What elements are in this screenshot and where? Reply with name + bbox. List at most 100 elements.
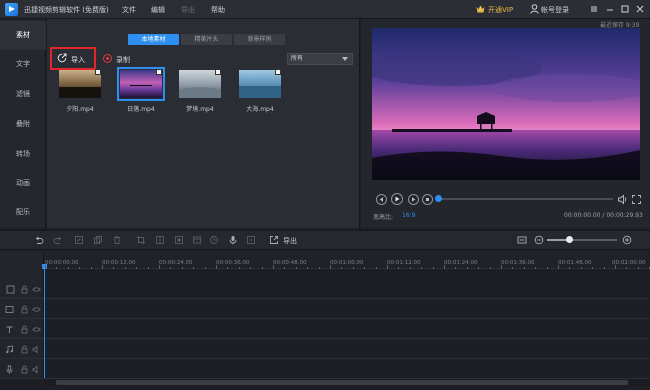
- ruler-tick: [489, 267, 491, 269]
- play-button[interactable]: [391, 193, 403, 205]
- tab-background-samples[interactable]: 背景样例: [234, 34, 285, 45]
- ruler-tick: [478, 267, 480, 269]
- tab-local-material[interactable]: 本地素材: [128, 34, 179, 45]
- edit-icon[interactable]: [74, 235, 84, 245]
- lock-icon[interactable]: [20, 305, 29, 314]
- playback-progress-bar[interactable]: [436, 198, 613, 200]
- stop-button[interactable]: [422, 194, 433, 205]
- sidebar-item-music[interactable]: 配乐: [0, 198, 46, 227]
- playback-progress-handle[interactable]: [435, 195, 442, 202]
- media-file-name: 梦境.mp4: [186, 106, 214, 113]
- export-button[interactable]: 导出: [283, 236, 297, 246]
- visibility-icon[interactable]: [32, 285, 41, 294]
- ruler-tick: [273, 265, 274, 269]
- ruler-tick-label: 00:01:12.00: [387, 260, 421, 266]
- ruler-tick: [341, 267, 343, 269]
- sidebar-item-text[interactable]: 文字: [0, 50, 46, 79]
- timeline-scrollbar-thumb[interactable]: [56, 380, 628, 385]
- voiceover-icon[interactable]: [246, 235, 256, 245]
- record-button[interactable]: 录制: [116, 55, 130, 65]
- import-icon[interactable]: [57, 53, 67, 63]
- sidebar-item-filter[interactable]: 滤镜: [0, 80, 46, 109]
- ruler-tick: [181, 267, 183, 269]
- zoom-in-icon[interactable]: [622, 235, 632, 245]
- mute-icon[interactable]: [32, 365, 41, 374]
- tab-intro-clips[interactable]: 精美片头: [181, 34, 232, 45]
- menu-file[interactable]: 文件: [122, 5, 136, 15]
- ruler-tick-label: 00:00:12.00: [102, 260, 136, 266]
- delete-icon[interactable]: [112, 235, 122, 245]
- copy-icon[interactable]: [93, 235, 103, 245]
- login-button[interactable]: 帐号登录: [541, 5, 569, 15]
- menu-help[interactable]: 帮助: [211, 5, 225, 15]
- ruler-tick: [67, 267, 69, 269]
- volume-icon[interactable]: [617, 194, 628, 205]
- maximize-icon[interactable]: [619, 3, 631, 15]
- fit-timeline-icon[interactable]: [517, 235, 527, 245]
- ruler-tick-label: 00:02:00.00: [612, 260, 646, 266]
- sidebar-item-material[interactable]: 素材: [0, 21, 46, 50]
- crop-icon[interactable]: [136, 235, 146, 245]
- ruler-tick: [284, 267, 286, 269]
- menu-export[interactable]: 导出: [181, 5, 195, 15]
- previous-frame-button[interactable]: [376, 194, 387, 205]
- import-button[interactable]: 导入: [71, 55, 85, 65]
- ruler-tick: [159, 265, 160, 269]
- zoom-out-icon[interactable]: [534, 235, 544, 245]
- visibility-icon[interactable]: [32, 325, 41, 334]
- ruler-tick-label: 00:01:24.00: [444, 260, 478, 266]
- ruler-tick: [56, 267, 58, 269]
- vip-button[interactable]: 开通VIP: [488, 5, 513, 15]
- mute-icon[interactable]: [32, 345, 41, 354]
- vip-crown-icon[interactable]: [476, 5, 485, 13]
- freeze-frame-icon[interactable]: [192, 235, 202, 245]
- track-row-video-2[interactable]: [0, 300, 650, 319]
- ruler-tick: [45, 265, 46, 269]
- next-frame-button[interactable]: [408, 194, 419, 205]
- fullscreen-icon[interactable]: [631, 194, 642, 205]
- menu-edit[interactable]: 编辑: [151, 5, 165, 15]
- lock-icon[interactable]: [20, 325, 29, 334]
- ruler-tick: [307, 267, 309, 269]
- lock-icon[interactable]: [20, 345, 29, 354]
- record-icon[interactable]: [103, 54, 112, 63]
- ruler-tick-label: 00:00:24.00: [159, 260, 193, 266]
- ruler-tick: [352, 267, 354, 269]
- zoom-slider-handle[interactable]: [566, 236, 573, 243]
- ruler-tick: [216, 265, 217, 269]
- sidebar-item-animation[interactable]: 动画: [0, 169, 46, 198]
- microphone-icon[interactable]: [228, 235, 238, 245]
- user-icon[interactable]: [530, 4, 539, 14]
- ruler-tick: [193, 267, 195, 269]
- mosaic-icon[interactable]: [174, 235, 184, 245]
- ruler-tick: [90, 267, 92, 269]
- lock-icon[interactable]: [20, 285, 29, 294]
- menu-icon[interactable]: [588, 3, 600, 15]
- redo-icon[interactable]: [53, 235, 63, 245]
- close-icon[interactable]: [634, 3, 646, 15]
- visibility-icon[interactable]: [32, 305, 41, 314]
- split-icon[interactable]: [155, 235, 165, 245]
- playhead[interactable]: [44, 266, 45, 378]
- aspect-ratio-select[interactable]: 16:9: [402, 212, 415, 219]
- export-icon[interactable]: [269, 235, 279, 245]
- duration-icon[interactable]: [209, 235, 219, 245]
- video-preview[interactable]: [372, 28, 640, 180]
- ruler-tick: [466, 267, 468, 269]
- lock-icon[interactable]: [20, 365, 29, 374]
- ruler-tick: [409, 267, 411, 269]
- ruler-tick: [432, 267, 434, 269]
- ruler-tick: [318, 267, 320, 269]
- track-row-voice[interactable]: [0, 360, 650, 379]
- undo-icon[interactable]: [34, 235, 44, 245]
- media-file-name: 日落.mp4: [127, 106, 155, 113]
- sidebar-item-transition[interactable]: 转场: [0, 140, 46, 169]
- ruler-tick: [364, 267, 366, 269]
- track-row-text[interactable]: [0, 320, 650, 339]
- ruler-tick: [637, 267, 639, 269]
- track-row-music[interactable]: [0, 340, 650, 359]
- voice-track-icon: [6, 365, 13, 374]
- minimize-icon[interactable]: [604, 3, 616, 15]
- track-row-video[interactable]: [0, 280, 650, 299]
- sidebar-item-overlay[interactable]: 叠附: [0, 110, 46, 139]
